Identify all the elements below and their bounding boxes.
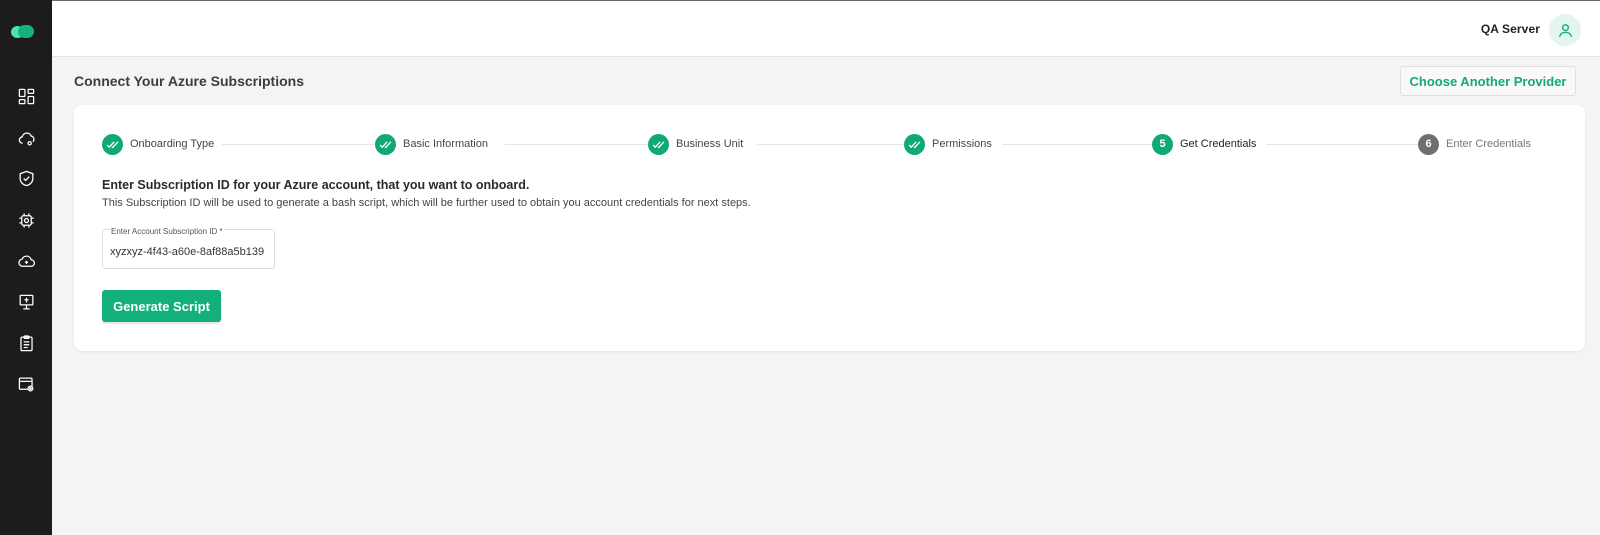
chip-icon	[18, 212, 34, 228]
nav-dashboard[interactable]	[8, 80, 44, 112]
step-complete-circle	[904, 133, 925, 155]
monitor-icon	[19, 294, 33, 309]
server-name: QA Server	[1480, 22, 1540, 36]
step-permissions[interactable]: Permissions	[904, 133, 992, 155]
step-label: Business Unit	[676, 138, 744, 150]
step-number-circle: 5	[1152, 133, 1173, 155]
step-complete-circle	[102, 133, 123, 155]
double-check-icon	[652, 140, 665, 148]
double-check-icon	[106, 140, 119, 148]
step-onboarding-type[interactable]: Onboarding Type	[102, 133, 214, 155]
nav-cloud-settings[interactable]	[8, 122, 44, 154]
step-basic-information[interactable]: Basic Information	[375, 133, 488, 155]
subscription-id-field[interactable]: Enter Account Subscription ID *	[102, 227, 275, 269]
step-connector	[1266, 144, 1418, 145]
double-check-icon	[379, 140, 392, 148]
shield-check-icon	[19, 170, 33, 186]
step-label: Permissions	[932, 138, 992, 150]
user-icon	[1558, 23, 1572, 37]
user-avatar[interactable]	[1549, 14, 1581, 46]
nav-resources[interactable]	[8, 204, 44, 236]
step-label: Enter Credentials	[1446, 138, 1531, 150]
dashboard-icon	[18, 88, 34, 104]
field-label: Enter Account Subscription ID *	[110, 227, 224, 236]
nav-reports[interactable]	[8, 327, 44, 359]
nav-monitor[interactable]	[8, 286, 44, 318]
step-connector	[505, 144, 655, 145]
step-connector	[1002, 144, 1154, 145]
nav-security[interactable]	[8, 162, 44, 194]
page-title: Connect Your Azure Subscriptions	[74, 73, 304, 89]
step-label: Onboarding Type	[130, 138, 215, 150]
double-check-icon	[908, 140, 921, 148]
step-business-unit[interactable]: Business Unit	[648, 133, 743, 155]
step-label: Get Credentials	[1180, 138, 1257, 150]
form-description: This Subscription ID will be used to gen…	[102, 197, 751, 209]
top-header: QA Server	[52, 0, 1600, 57]
onboarding-card: Onboarding Type Basic Information Busine…	[74, 105, 1585, 351]
cloud-logo[interactable]	[11, 24, 34, 38]
nav-settings[interactable]	[8, 368, 44, 400]
step-label: Basic Information	[403, 138, 488, 150]
sidebar	[0, 0, 52, 535]
step-enter-credentials[interactable]: 6 Enter Credentials	[1418, 133, 1531, 155]
clipboard-icon	[19, 334, 33, 351]
window-settings-icon	[18, 377, 33, 391]
step-connector	[757, 144, 909, 145]
step-connector	[222, 144, 374, 145]
form-heading: Enter Subscription ID for your Azure acc…	[102, 178, 530, 192]
subscription-id-input[interactable]	[110, 246, 270, 258]
step-complete-circle	[375, 133, 396, 155]
nav-cloud[interactable]	[8, 245, 44, 277]
step-complete-circle	[648, 133, 669, 155]
cloud-icon	[17, 254, 35, 267]
cloud-settings-icon	[18, 131, 35, 145]
generate-script-button[interactable]: Generate Script	[102, 290, 221, 322]
choose-provider-button[interactable]: Choose Another Provider	[1400, 66, 1576, 96]
stepper: Onboarding Type Basic Information Busine…	[102, 133, 1562, 155]
step-number-circle: 6	[1418, 133, 1439, 155]
step-get-credentials[interactable]: 5 Get Credentials	[1152, 133, 1256, 155]
